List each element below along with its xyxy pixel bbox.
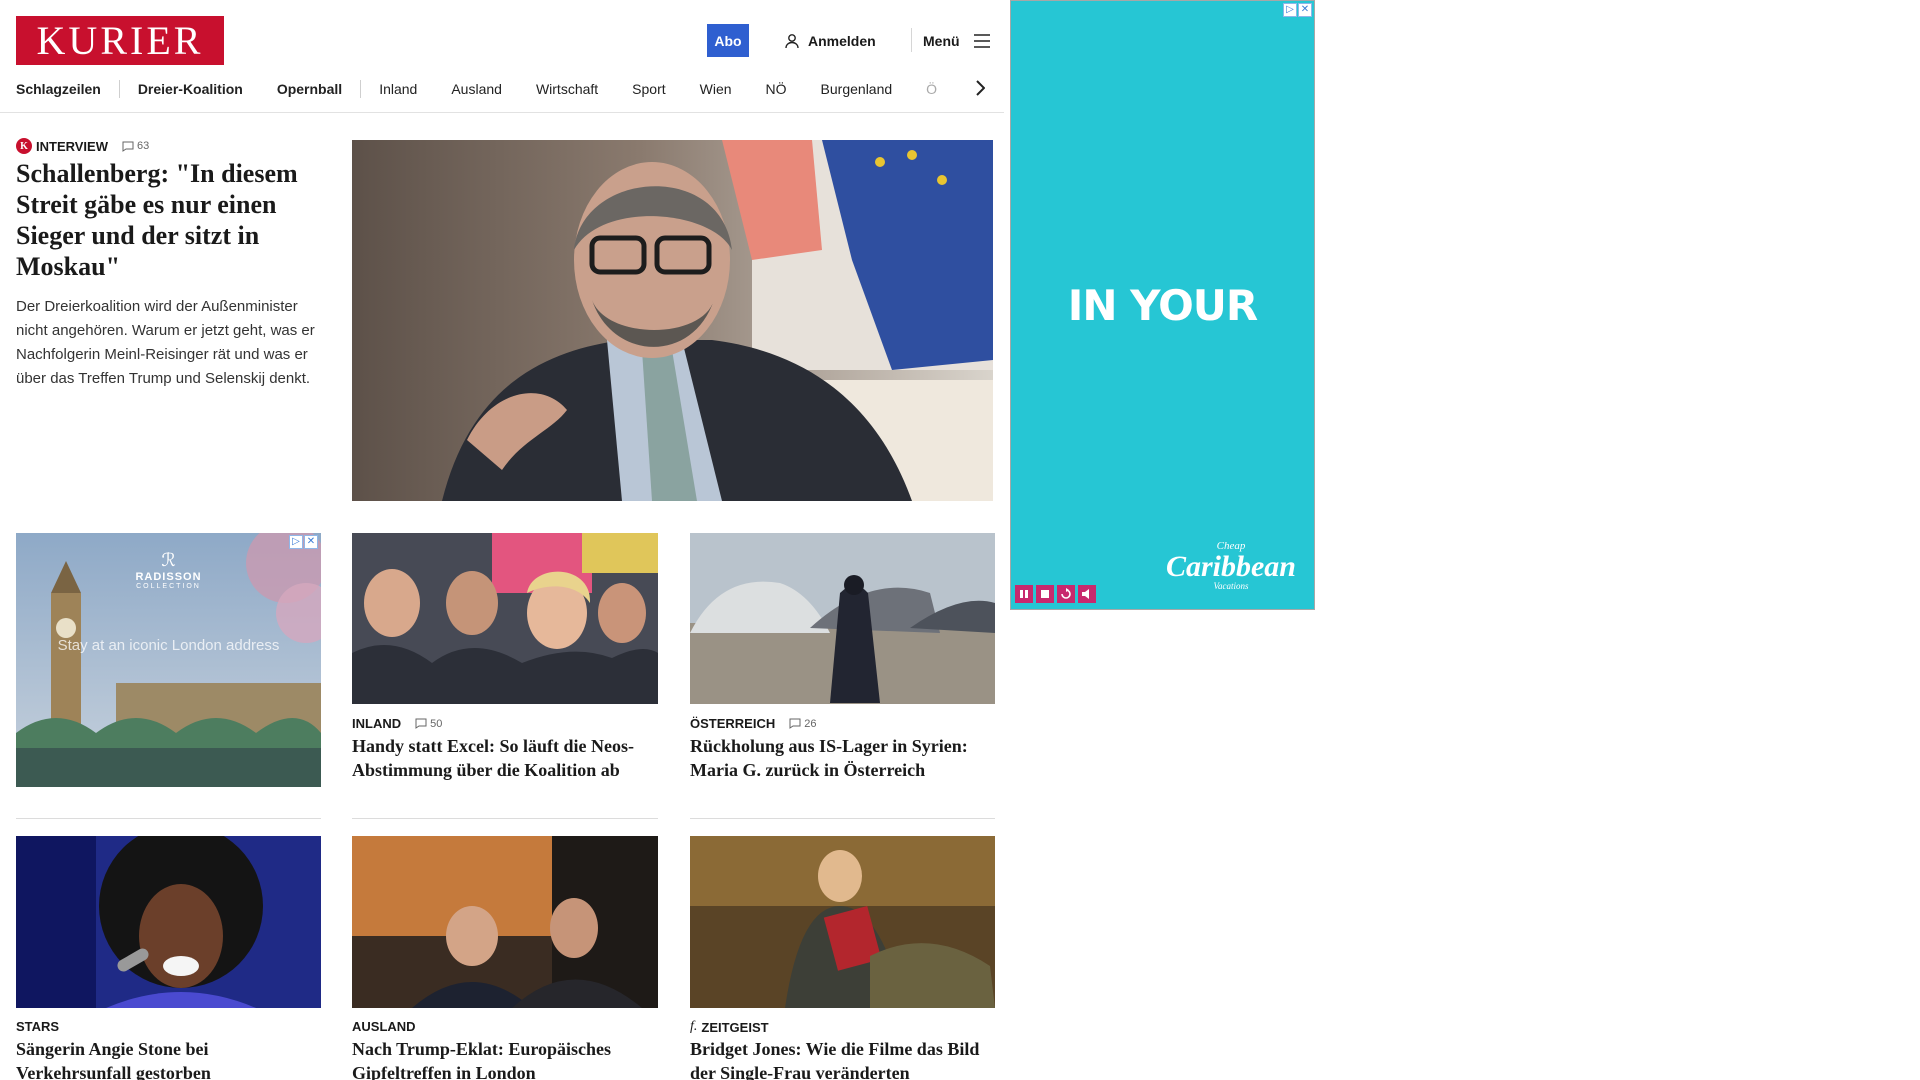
radisson-brand: RADISSON xyxy=(135,571,202,583)
nav-item-noe[interactable]: NÖ xyxy=(766,81,787,97)
adchoices-icon[interactable]: ▷ xyxy=(289,535,303,549)
kurier-k-icon: K xyxy=(16,138,32,154)
menu-label: Menü xyxy=(923,33,960,49)
card-image-inland[interactable] xyxy=(352,533,658,704)
card-title-ausland[interactable]: Nach Trump-Eklat: Europäisches Gipfeltre… xyxy=(352,1037,657,1080)
row-divider xyxy=(690,818,995,819)
card-kicker-oesterreich[interactable]: ÖSTERREICH xyxy=(690,716,775,731)
pause-icon xyxy=(1020,590,1028,598)
replay-button[interactable] xyxy=(1057,585,1075,603)
card-image-zeitgeist[interactable] xyxy=(690,836,995,1008)
card-title-stars[interactable]: Sängerin Angie Stone bei Verkehrsunfall … xyxy=(16,1037,321,1080)
stop-button[interactable] xyxy=(1036,585,1054,603)
lead-headline[interactable]: Schallenberg: "In diesem Streit gäbe es … xyxy=(16,158,321,282)
card-comments-oesterreich[interactable]: 26 xyxy=(789,718,816,730)
kurier-logo[interactable]: KURIER xyxy=(16,16,224,65)
nav-item-burgenland[interactable]: Burgenland xyxy=(821,81,893,97)
ad-choices[interactable]: ▷ ✕ xyxy=(289,535,318,549)
header-border xyxy=(0,112,1004,113)
card-meta-stars: STARS xyxy=(16,1019,59,1034)
nav-item-overflow[interactable]: Ö xyxy=(926,81,937,97)
nav-item-wirtschaft[interactable]: Wirtschaft xyxy=(536,81,598,97)
card-image-oesterreich[interactable] xyxy=(690,533,995,704)
lead-comment-count: 63 xyxy=(137,140,150,152)
card-kicker-inland[interactable]: INLAND xyxy=(352,716,401,731)
ad-brand-main: Caribbean xyxy=(1165,550,1296,583)
card-meta-ausland: AUSLAND xyxy=(352,1019,416,1034)
close-icon[interactable]: ✕ xyxy=(304,535,318,549)
lead-kicker[interactable]: INTERVIEW xyxy=(36,139,108,154)
comment-count: 26 xyxy=(804,717,817,730)
ad-brand-bottom: Vacations xyxy=(1213,581,1249,591)
nav-scroll-right-button[interactable] xyxy=(970,76,990,100)
header-divider xyxy=(911,28,912,52)
chevron-right-icon xyxy=(976,80,985,96)
ad-headline: IN YOUR xyxy=(1067,281,1258,330)
comment-count: 50 xyxy=(430,717,443,730)
nav-item-ausland[interactable]: Ausland xyxy=(451,81,502,97)
adchoices-icon[interactable]: ▷ xyxy=(1283,3,1297,17)
card-kicker-zeitgeist[interactable]: ZEITGEIST xyxy=(701,1020,768,1035)
speaker-icon xyxy=(1082,589,1089,599)
abo-button[interactable]: Abo xyxy=(707,24,749,57)
nav-item-inland[interactable]: Inland xyxy=(379,81,417,97)
card-meta-oesterreich: ÖSTERREICH 26 xyxy=(690,716,816,731)
nav-item-opernball[interactable]: Opernball xyxy=(277,81,342,97)
nav-item-dreier-koalition[interactable]: Dreier-Koalition xyxy=(138,81,243,97)
comment-icon xyxy=(122,141,134,152)
card-meta-inland: INLAND 50 xyxy=(352,716,442,731)
radisson-monogram: ℛ xyxy=(161,550,176,570)
replay-icon xyxy=(1061,588,1071,599)
nav-item-schlagzeilen[interactable]: Schlagzeilen xyxy=(16,81,101,97)
pause-button[interactable] xyxy=(1015,585,1033,603)
ad-brand-logo: Cheap Caribbean Vacations xyxy=(1166,541,1296,591)
card-kicker-ausland[interactable]: AUSLAND xyxy=(352,1019,416,1034)
card-image-ausland[interactable] xyxy=(352,836,658,1008)
card-comments-inland[interactable]: 50 xyxy=(415,718,442,730)
comment-icon xyxy=(789,718,801,729)
user-icon xyxy=(785,34,799,49)
row-divider xyxy=(16,818,321,819)
ad-choices[interactable]: ▷ ✕ xyxy=(1283,3,1312,17)
card-image-stars[interactable] xyxy=(16,836,321,1008)
stop-icon xyxy=(1041,590,1049,598)
lead-meta: K INTERVIEW 63 xyxy=(16,138,149,154)
mute-button[interactable] xyxy=(1078,585,1096,603)
row-divider xyxy=(352,818,658,819)
news-page: KURIER Abo Anmelden Menü Schlagzeilen Dr… xyxy=(0,0,1007,1080)
radisson-brand-sub: COLLECTION xyxy=(136,583,201,590)
close-icon[interactable]: ✕ xyxy=(1298,3,1312,17)
nav-item-sport[interactable]: Sport xyxy=(632,81,665,97)
card-meta-zeitgeist: f. ZEITGEIST xyxy=(690,1019,769,1035)
video-controls xyxy=(1015,585,1096,603)
zeitgeist-icon: f. xyxy=(690,1019,698,1034)
card-kicker-stars[interactable]: STARS xyxy=(16,1019,59,1034)
comment-icon xyxy=(415,718,427,729)
nav-item-wien[interactable]: Wien xyxy=(700,81,732,97)
card-title-oesterreich[interactable]: Rückholung aus IS-Lager in Syrien: Maria… xyxy=(690,734,995,782)
login-button[interactable]: Anmelden xyxy=(784,30,876,52)
lead-photo[interactable] xyxy=(352,140,993,501)
section-nav: Schlagzeilen Dreier-Koalition Opernball … xyxy=(16,78,990,100)
lead-comments[interactable]: 63 xyxy=(122,140,149,152)
side-video-ad[interactable]: ▷ ✕ IN YOUR Cheap Caribbean Vacations xyxy=(1010,0,1315,610)
nav-divider xyxy=(118,80,120,98)
card-title-inland[interactable]: Handy statt Excel: So läuft die Neos-Abs… xyxy=(352,734,657,782)
radisson-tagline: Stay at an iconic London address xyxy=(57,637,280,654)
nav-divider xyxy=(360,80,362,98)
hamburger-icon xyxy=(973,34,990,48)
card-title-zeitgeist[interactable]: Bridget Jones: Wie die Filme das Bild de… xyxy=(690,1037,995,1080)
radisson-logo: ℛ RADISSON COLLECTION xyxy=(16,550,321,590)
menu-button[interactable]: Menü xyxy=(923,30,990,52)
lead-teaser[interactable]: Der Dreierkoalition wird der Außenminist… xyxy=(16,295,326,391)
login-label: Anmelden xyxy=(808,33,876,49)
